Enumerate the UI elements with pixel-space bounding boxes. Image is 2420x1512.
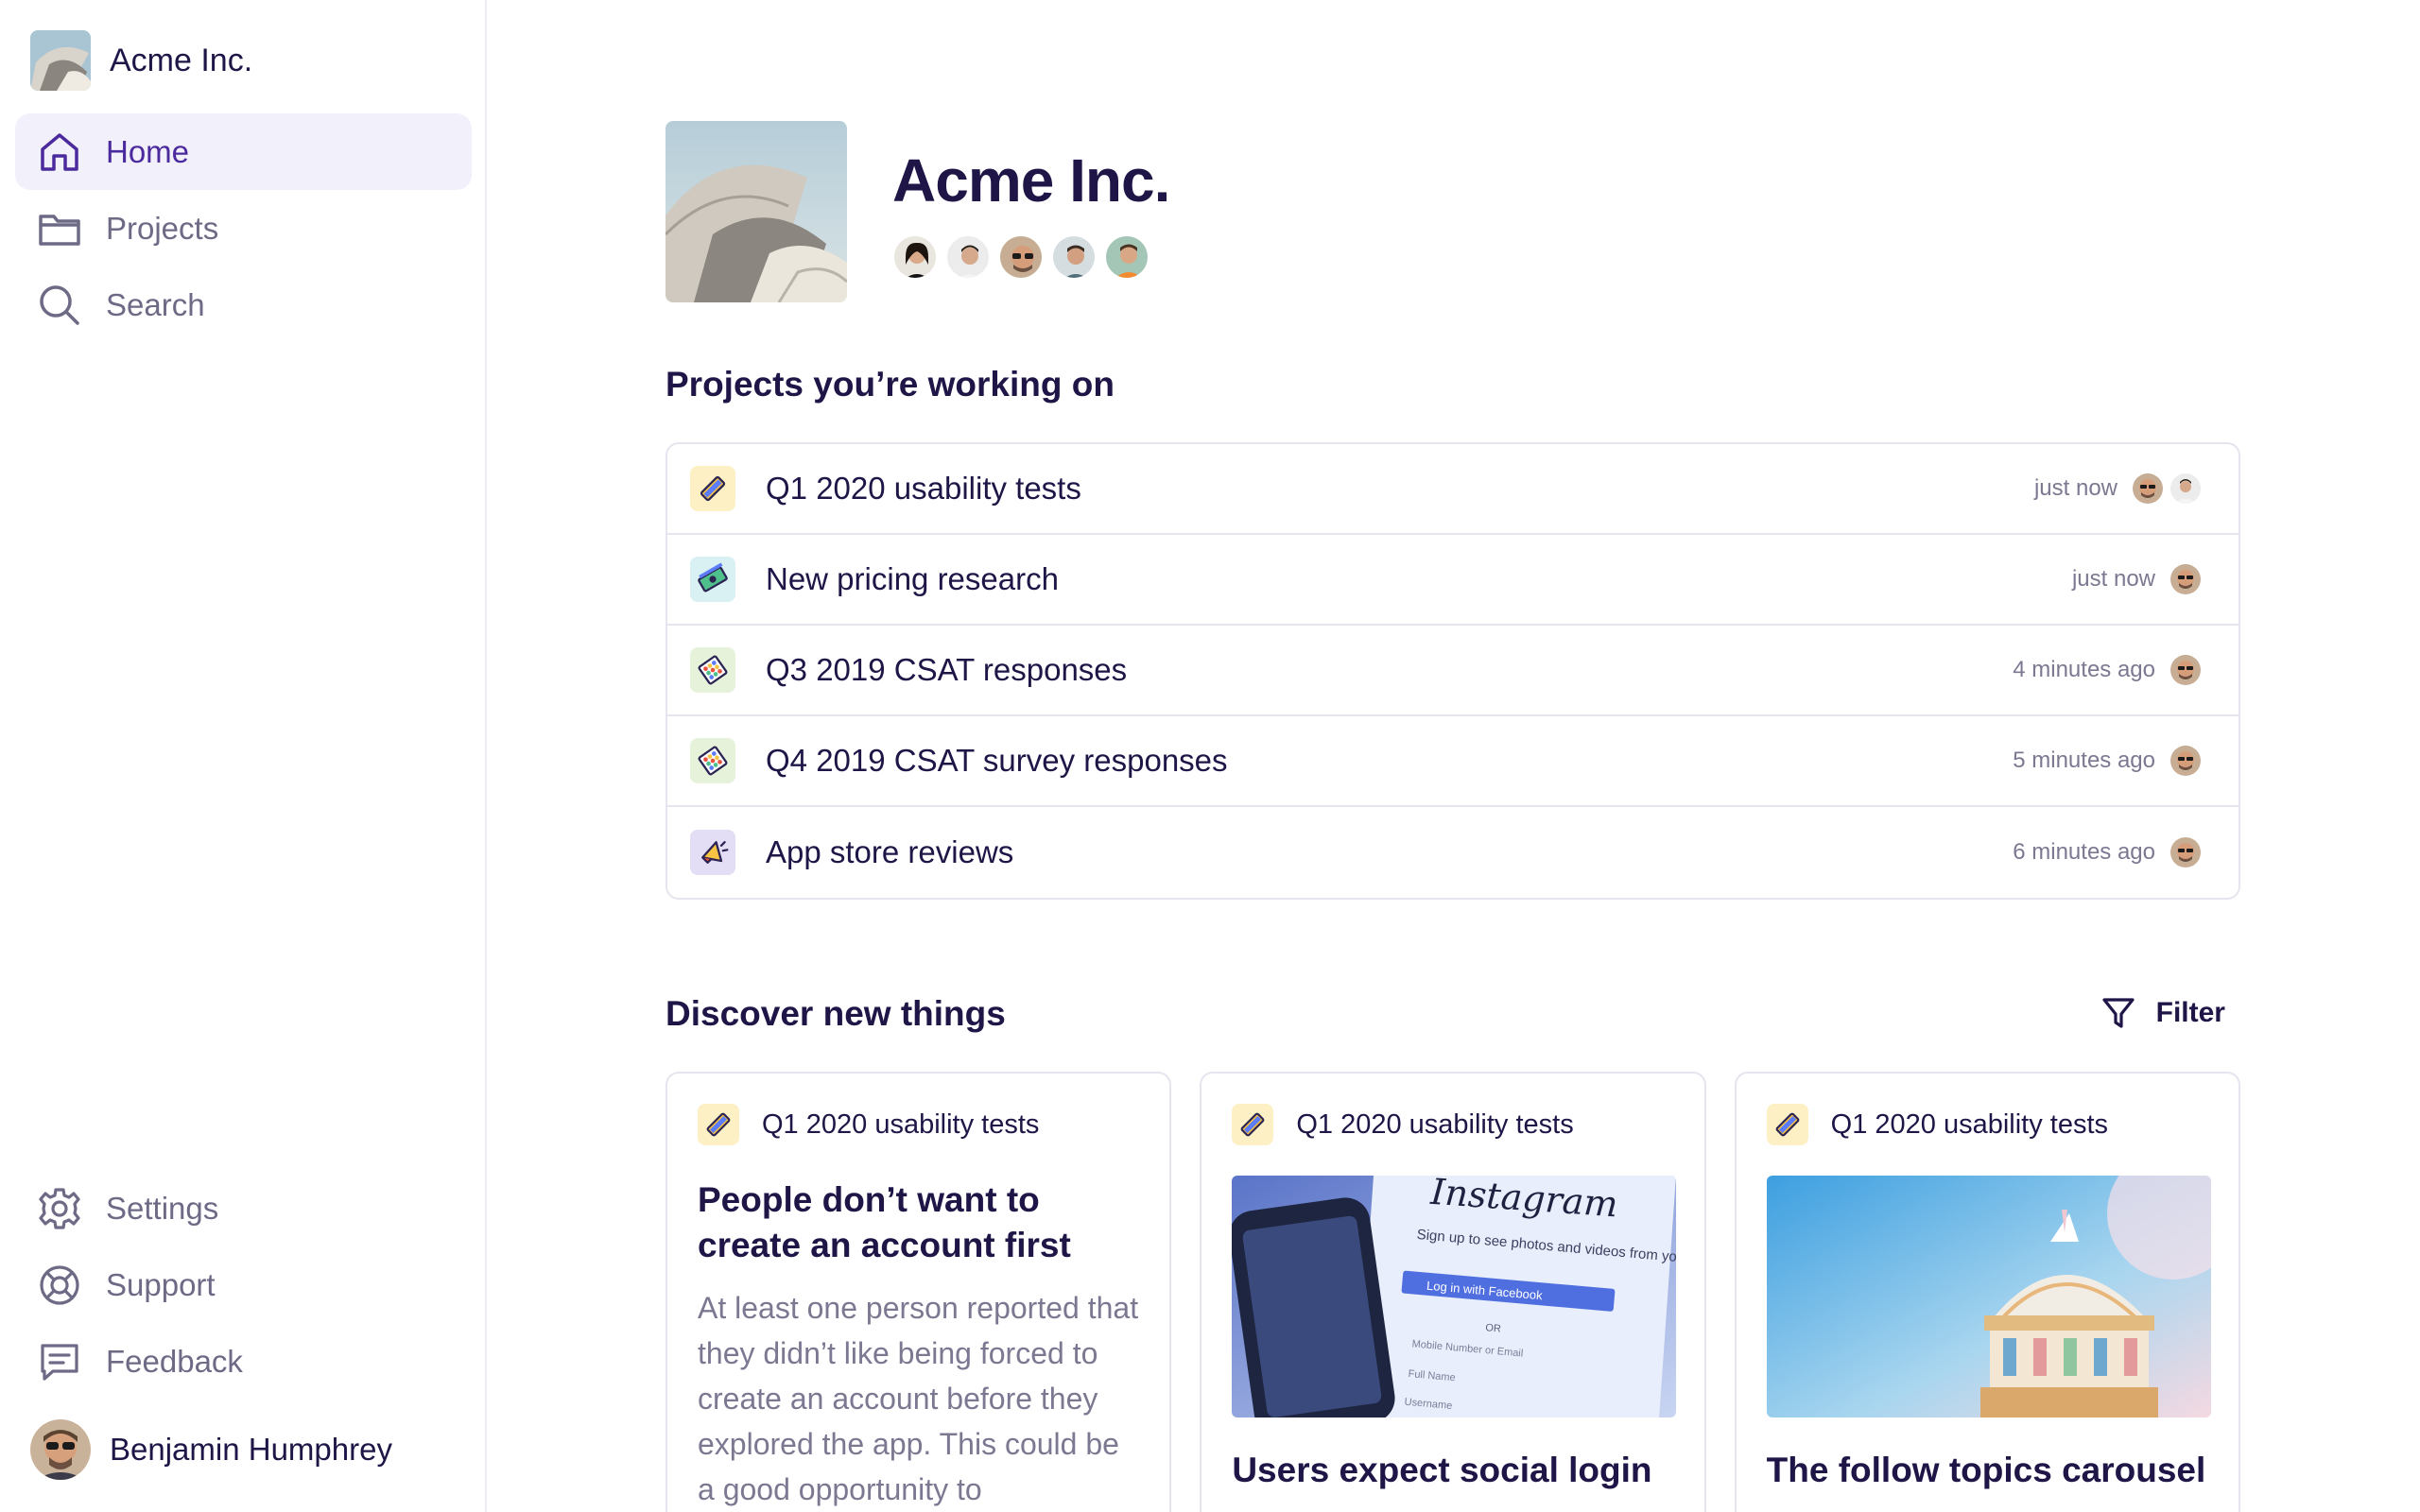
secondary-nav: Settings Support Feedback (15, 1170, 472, 1400)
sidebar: Acme Inc. Home Projects Search Settings … (0, 0, 487, 1512)
card-image (1766, 1176, 2211, 1418)
card-image: Instagram Sign up to see photos and vide… (1232, 1176, 1677, 1418)
card-title: The follow topics carousel (1766, 1451, 2206, 1489)
page-title: Acme Inc. (892, 146, 1170, 215)
pencil-icon (698, 1104, 739, 1145)
project-avatars (2170, 655, 2201, 685)
avatar[interactable] (892, 234, 938, 280)
primary-nav: Home Projects Search (15, 113, 472, 343)
filter-label: Filter (2155, 997, 2225, 1028)
project-avatars (2170, 564, 2201, 594)
member-avatars[interactable] (892, 234, 1169, 280)
project-list: Q1 2020 usability tests just now New pri… (666, 442, 2240, 900)
sidebar-item-label: Home (106, 133, 190, 169)
discover-section-title: Discover new things (666, 994, 1006, 1033)
pencil-icon (1232, 1104, 1274, 1145)
avatar (2170, 564, 2201, 594)
filter-icon (2102, 998, 2135, 1028)
sidebar-item-search[interactable]: Search (15, 266, 472, 343)
card-title: Users expect social login (1232, 1451, 1652, 1489)
insight-card[interactable]: Q1 2020 usability tests People don’t wan… (666, 1072, 1172, 1512)
pencil-icon (1766, 1104, 1808, 1145)
sidebar-item-support[interactable]: Support (15, 1246, 472, 1323)
projects-section-title: Projects you’re working on (666, 365, 1115, 404)
project-avatars (2170, 837, 2201, 868)
avatar (2133, 473, 2163, 504)
card-project-name: Q1 2020 usability tests (1830, 1108, 2109, 1140)
sidebar-item-projects[interactable]: Projects (15, 190, 472, 266)
project-updated-time: just now (2071, 566, 2155, 592)
sidebar-item-label: Feedback (106, 1343, 243, 1379)
project-name: Q1 2020 usability tests (766, 471, 1081, 506)
org-logo (30, 30, 91, 91)
list-item[interactable]: Q1 2020 usability tests just now (667, 444, 2238, 535)
project-updated-time: 5 minutes ago (2013, 747, 2155, 773)
list-item[interactable]: Q4 2019 CSAT survey responses 5 minutes … (667, 716, 2238, 807)
card-project-name: Q1 2020 usability tests (762, 1108, 1040, 1140)
avatar[interactable] (998, 234, 1044, 280)
org-name: Acme Inc. (110, 42, 253, 78)
avatar[interactable] (1104, 234, 1150, 280)
project-name: New pricing research (766, 561, 1059, 596)
avatar[interactable] (945, 234, 991, 280)
card-project-name: Q1 2020 usability tests (1296, 1108, 1574, 1140)
gear-icon (39, 1187, 80, 1229)
card-body: At least one person reported that they d… (698, 1291, 1139, 1506)
avatar (2170, 473, 2201, 504)
project-name: Q3 2019 CSAT responses (766, 652, 1128, 687)
avatar (2170, 837, 2201, 868)
abacus-icon (690, 738, 735, 783)
list-item[interactable]: Q3 2019 CSAT responses 4 minutes ago (667, 626, 2238, 716)
search-icon (40, 284, 79, 325)
sidebar-item-label: Projects (106, 210, 219, 246)
project-name: Q4 2019 CSAT survey responses (766, 743, 1228, 778)
avatar[interactable] (1051, 234, 1097, 280)
workspace-image (666, 121, 847, 302)
filter-button[interactable]: Filter (2100, 994, 2225, 1032)
sidebar-item-home[interactable]: Home (15, 113, 472, 190)
card-title: People don’t want to create an account f… (698, 1180, 1071, 1264)
avatar (2170, 655, 2201, 685)
megaphone-icon (690, 830, 735, 875)
list-item[interactable]: App store reviews 6 minutes ago (667, 807, 2238, 898)
main-content: Acme Inc. Projects you’re working on Q1 … (666, 0, 2240, 1512)
workspace-header: Acme Inc. (666, 121, 1170, 302)
insight-card[interactable]: Q1 2020 usability tests The follow topic… (1734, 1072, 2240, 1512)
project-name: App store reviews (766, 834, 1014, 869)
project-updated-time: just now (2033, 475, 2118, 501)
folder-icon (39, 214, 80, 246)
sidebar-item-feedback[interactable]: Feedback (15, 1323, 472, 1400)
project-updated-time: 4 minutes ago (2013, 657, 2155, 682)
home-icon (41, 132, 78, 171)
insight-cards: Q1 2020 usability tests People don’t wan… (666, 1072, 2240, 1512)
pencil-icon (690, 466, 735, 511)
money-icon (690, 557, 735, 602)
user-name: Benjamin Humphrey (110, 1432, 392, 1467)
message-icon (41, 1343, 78, 1381)
avatar (2170, 746, 2201, 776)
lifebuoy-icon (40, 1264, 79, 1305)
sidebar-item-label: Settings (106, 1190, 219, 1226)
project-avatars (2133, 473, 2201, 504)
instagram-or: OR (1485, 1322, 1502, 1334)
org-switcher[interactable]: Acme Inc. (30, 30, 252, 91)
user-profile[interactable]: Benjamin Humphrey (30, 1419, 392, 1480)
sidebar-item-label: Support (106, 1266, 216, 1302)
list-item[interactable]: New pricing research just now (667, 535, 2238, 626)
sidebar-item-settings[interactable]: Settings (15, 1170, 472, 1246)
project-updated-time: 6 minutes ago (2013, 839, 2155, 865)
project-avatars (2170, 746, 2201, 776)
abacus-icon (690, 647, 735, 693)
insight-card[interactable]: Q1 2020 usability tests Instagram Sign u… (1200, 1072, 1706, 1512)
avatar (30, 1419, 91, 1480)
sidebar-item-label: Search (106, 286, 205, 322)
